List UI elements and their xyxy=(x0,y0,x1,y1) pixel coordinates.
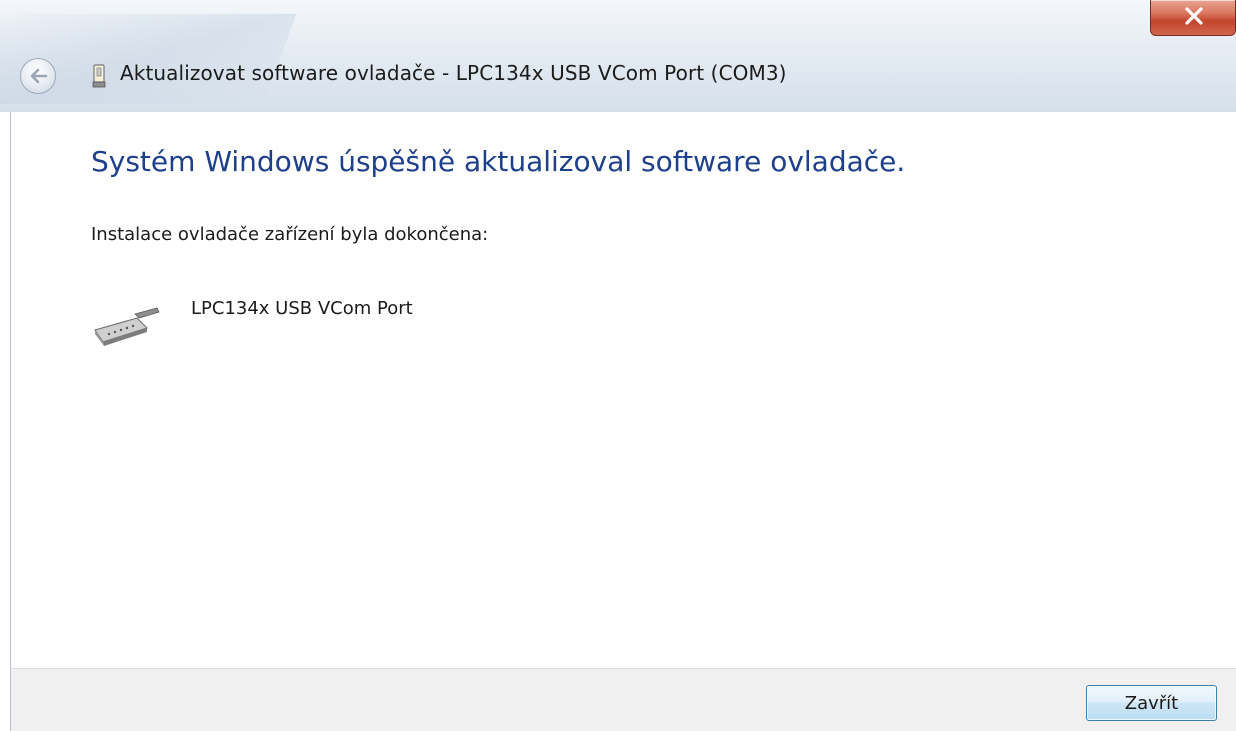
serial-port-icon xyxy=(94,307,160,346)
window-title: Aktualizovat software ovladače - LPC134x… xyxy=(120,61,787,85)
title-bar: Aktualizovat software ovladače - LPC134x… xyxy=(0,0,1236,112)
close-icon xyxy=(1185,7,1203,25)
success-heading: Systém Windows úspěšně aktualizoval soft… xyxy=(91,145,906,178)
dialog-footer: Zavřít xyxy=(10,668,1236,731)
back-button[interactable] xyxy=(20,58,56,94)
device-name: LPC134x USB VCom Port xyxy=(191,298,413,319)
close-button[interactable]: Zavřít xyxy=(1086,685,1217,721)
back-arrow-icon xyxy=(30,68,48,84)
content-area: Systém Windows úspěšně aktualizoval soft… xyxy=(10,112,1236,668)
usb-device-icon xyxy=(92,64,106,88)
window-close-button[interactable] xyxy=(1150,0,1236,36)
driver-update-window: Aktualizovat software ovladače - LPC134x… xyxy=(0,0,1236,731)
status-text: Instalace ovladače zařízení byla dokonče… xyxy=(91,224,489,245)
